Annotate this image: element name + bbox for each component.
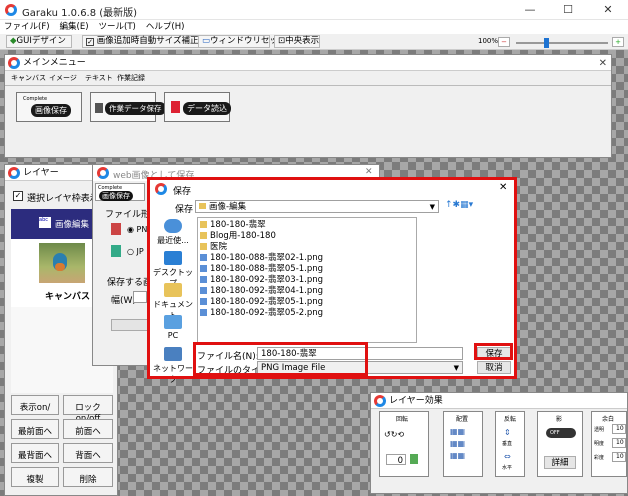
document-icon [95, 103, 103, 113]
menu-help[interactable]: ヘルプ(H) [146, 20, 185, 34]
web-save-logo-icon [97, 167, 109, 179]
bird-breast-shape [55, 263, 65, 271]
layer-logo-icon [8, 167, 20, 179]
layer-title: レイヤー [23, 168, 59, 178]
menu-file[interactable]: ファイル(F) [4, 20, 50, 34]
bring-to-front-button[interactable]: 最前面へ [11, 419, 59, 439]
delete-button[interactable]: 削除 [63, 467, 113, 487]
window-title: Garaku 1.0.6.8 (最新版) [22, 8, 138, 19]
tab-image[interactable]: イメージ [49, 73, 89, 83]
center-view-button[interactable]: ⊡中央表示 [274, 35, 320, 48]
shadow-toggle[interactable]: OFF [546, 428, 576, 438]
apply-rotation-icon[interactable] [410, 454, 418, 464]
alignment-label: 配置 [456, 416, 469, 423]
zoom-in-icon[interactable]: + [612, 37, 624, 47]
jpg-radio[interactable]: ○ JP [127, 247, 144, 256]
load-icon [171, 101, 180, 113]
brightness-input[interactable]: 10 [612, 438, 626, 448]
load-data-label: データ読込 [183, 102, 231, 115]
main-menu-title: メインメニュー [23, 58, 86, 68]
close-button[interactable]: ✕ [588, 0, 628, 20]
kingfisher-thumbnail [39, 243, 85, 283]
send-backward-button[interactable]: 背面へ [63, 443, 113, 463]
tab-work-log[interactable]: 作業記録 [117, 73, 157, 83]
shadow-label: 影 [556, 416, 563, 423]
window-icon: ▭ [202, 36, 211, 46]
flip-horizontal-label: 水平 [502, 465, 513, 471]
frame-display-label: 選択レイヤ枠表示 [27, 194, 99, 204]
effects-logo-icon [374, 395, 386, 407]
saturation-input[interactable]: 10 [612, 452, 626, 462]
autosize-toggle[interactable]: ✓ 画像追加時自動サイズ補正 [82, 35, 214, 48]
save-work-data-label: 作業データ保存 [105, 102, 166, 115]
align-icons[interactable]: ▦▦ ▦▦ ▦▦ [450, 426, 465, 462]
text-layer-icon: abc [39, 217, 51, 228]
minimize-button[interactable]: — [510, 0, 550, 20]
visibility-toggle-button[interactable]: 表示on/ [11, 395, 59, 415]
garaku-logo-icon [5, 4, 17, 16]
menu-tools[interactable]: ツール(T) [99, 20, 136, 34]
flip-horizontal-icon[interactable]: ⇔ [504, 452, 511, 461]
title-bar: Garaku 1.0.6.8 (最新版) — ☐ ✕ [0, 0, 628, 20]
menu-bar: ファイル(F) 編集(E) ツール(T) ヘルプ(H) [0, 20, 628, 34]
margin-group: 余白 透明 10 明度 10 彩度 10 [591, 411, 627, 477]
web-save-image-button[interactable]: Complete 画像保存 [95, 183, 145, 201]
web-dialog-button[interactable] [111, 319, 151, 331]
jpg-format-icon [111, 245, 121, 257]
menu-edit[interactable]: 編集(E) [60, 20, 89, 34]
effects-title: レイヤー効果 [389, 396, 443, 406]
rotate-icons[interactable]: ↺↻⟲ [384, 430, 404, 439]
flip-label: 反転 [504, 416, 517, 423]
margin-label: 余白 [602, 416, 615, 423]
opacity-input[interactable]: 10 [612, 424, 626, 434]
highlight-save-button [474, 343, 513, 360]
shadow-group: 影 OFF 詳細 [537, 411, 583, 477]
rotation-spinner[interactable]: 0 [386, 454, 406, 466]
toolbar: ◆GUIデザイン ✓ 画像追加時自動サイズ補正 ▭ウィンドウリセット ⊡中央表示… [0, 34, 628, 50]
window-reset-button[interactable]: ▭ウィンドウリセット [198, 35, 287, 48]
highlight-filename-fields [193, 342, 368, 376]
canvas-label: キャンバス [45, 292, 91, 302]
width-input[interactable] [133, 291, 147, 303]
flip-group: 反転 ⇕ 垂直 ⇔ 水平 [495, 411, 525, 477]
zoom-slider-thumb[interactable] [544, 38, 549, 48]
frame-display-checkbox[interactable]: ✓ [13, 191, 23, 201]
brightness-label: 明度 [594, 441, 605, 447]
shadow-detail-button[interactable]: 詳細 [544, 456, 576, 469]
duplicate-button[interactable]: 複製 [11, 467, 59, 487]
layer-effects-panel: レイヤー効果 回転 ↺↻⟲ 0 配置 ▦▦ ▦▦ ▦▦ 反転 ⇕ 垂直 ⇔ 水平 影… [370, 392, 628, 494]
effects-titlebar: レイヤー効果 [371, 393, 627, 409]
zoom-label: 100% [478, 37, 499, 45]
lock-toggle-button[interactable]: ロックon/off [63, 395, 113, 424]
png-format-icon [111, 223, 121, 235]
web-save-close-icon[interactable]: ✕ [365, 167, 373, 177]
save-image-button[interactable]: Complete 画像保存 [16, 92, 82, 122]
save-work-data-button[interactable]: 作業データ保存 [90, 92, 166, 122]
save-image-label: 画像保存 [31, 104, 71, 117]
web-save-image-label: 画像保存 [99, 191, 133, 201]
png-radio[interactable]: ◉ PN [127, 225, 147, 234]
complete-badge: Complete [23, 96, 48, 102]
flip-vertical-label: 垂直 [502, 441, 513, 447]
zoom-out-icon[interactable]: − [498, 37, 510, 47]
alignment-group: 配置 ▦▦ ▦▦ ▦▦ [443, 411, 483, 477]
maximize-button[interactable]: ☐ [548, 0, 588, 20]
main-menu-titlebar: メインメニュー ✕ [5, 55, 611, 71]
rotation-group: 回転 ↺↻⟲ 0 [379, 411, 429, 477]
saturation-label: 彩度 [594, 455, 605, 461]
layer-item-label: 画像編集 [55, 220, 90, 230]
flip-vertical-icon[interactable]: ⇕ [504, 428, 511, 437]
panel-logo-icon [8, 57, 20, 69]
main-menu-close-icon[interactable]: ✕ [599, 56, 607, 72]
gui-design-button[interactable]: ◆GUIデザイン [6, 35, 72, 48]
autosize-checkbox[interactable]: ✓ [86, 38, 94, 46]
rotation-label: 回転 [396, 416, 409, 423]
bring-forward-button[interactable]: 前面へ [63, 419, 113, 439]
load-data-button[interactable]: データ読込 [164, 92, 231, 122]
opacity-label: 透明 [594, 427, 605, 433]
zoom-slider[interactable] [516, 42, 608, 44]
send-to-back-button[interactable]: 最背面へ [11, 443, 59, 463]
tab-divider [5, 85, 611, 86]
